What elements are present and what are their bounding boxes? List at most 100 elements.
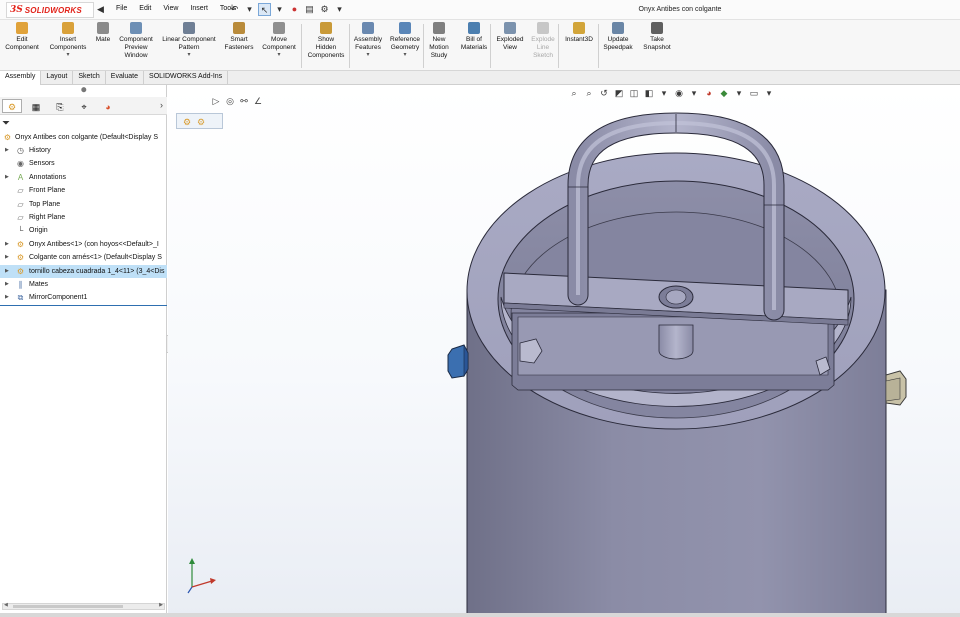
component-flyout-icon[interactable]: ⚙ xyxy=(195,116,207,128)
scroll-left-icon[interactable]: ◀ xyxy=(4,602,8,608)
expand-chevron-icon[interactable]: ▶ xyxy=(5,238,9,251)
expand-chevron-icon[interactable]: ▶ xyxy=(5,291,9,304)
dropdown-icon[interactable]: ▾ xyxy=(688,87,700,99)
tab-assembly[interactable]: Assembly xyxy=(0,71,42,85)
menu-expand-icon[interactable]: ◀ xyxy=(97,4,104,15)
mate-button[interactable]: Mate xyxy=(93,22,113,44)
feature-manager-tab-icon[interactable]: ⚙ xyxy=(2,99,22,113)
tree-item[interactable]: ▶ ◷ History xyxy=(0,144,167,157)
tree-root[interactable]: ⚙ Onyx Antibes con colgante (Default<Dis… xyxy=(0,131,167,144)
menu-edit[interactable]: Edit xyxy=(133,5,157,12)
traffic-light-icon[interactable]: ● xyxy=(288,3,301,16)
expand-chevron-icon[interactable]: ▶ xyxy=(5,171,9,184)
menu-insert[interactable]: Insert xyxy=(184,5,214,12)
dropdown-icon[interactable]: ▾ xyxy=(259,52,299,60)
exploded-view-button[interactable]: Exploded View xyxy=(493,22,527,52)
reference-geometry-label: Reference Geometry xyxy=(390,36,420,51)
dropdown-icon[interactable]: ▾ xyxy=(45,52,91,60)
instant3d-button[interactable]: Instant3D xyxy=(561,22,597,44)
dropdown-icon[interactable]: ▾ xyxy=(351,52,385,60)
explode-line-sketch-button[interactable]: Explode Line Sketch xyxy=(528,22,558,59)
dropdown-icon[interactable]: ▾ xyxy=(733,87,745,99)
solidworks-logo[interactable]: 3S SOLIDWORKS xyxy=(6,2,94,18)
tree-item-label: Mates xyxy=(29,281,49,288)
undo-icon[interactable]: ↶ xyxy=(228,3,241,16)
angle-icon[interactable]: ∠ xyxy=(252,95,264,107)
filter-icon[interactable]: ⏷ xyxy=(2,118,10,129)
hide-show-items-icon[interactable]: ◉ xyxy=(673,87,685,99)
smart-fasteners-button[interactable]: Smart Fasteners xyxy=(222,22,256,52)
tab-evaluate[interactable]: Evaluate xyxy=(106,71,145,85)
assembly-features-button[interactable]: Assembly Features ▾ xyxy=(351,22,385,59)
show-hidden-button[interactable]: Show Hidden Components xyxy=(304,22,348,59)
new-motion-study-button[interactable]: New Motion Study xyxy=(426,22,452,59)
graphics-area[interactable]: ⌕ ⌕ ↺ ◩ ◫ ◧ ▾ ◉ ▾ ◕ ◆ ▾ ▭ ▾ ▷ ◎ ⚯ ∠ ⚙ ⚙ xyxy=(168,85,960,617)
property-manager-tab-icon[interactable]: ▦ xyxy=(26,99,46,113)
horizontal-scrollbar[interactable]: ◀ ▶ xyxy=(2,602,165,610)
expand-chevron-icon[interactable]: ▶ xyxy=(5,251,9,264)
dropdown-icon[interactable]: ▾ xyxy=(243,3,256,16)
menu-view[interactable]: View xyxy=(157,5,184,12)
dropdown-icon[interactable]: ▾ xyxy=(763,87,775,99)
feature-tree-flyout[interactable]: ⚙ ⚙ xyxy=(176,113,223,129)
apply-scene-icon[interactable]: ◆ xyxy=(718,87,730,99)
expand-chevron-icon[interactable]: ▶ xyxy=(5,278,9,291)
edit-appearance-icon[interactable]: ◕ xyxy=(703,87,715,99)
select-cursor-icon[interactable]: ↖ xyxy=(258,3,271,16)
dropdown-icon[interactable]: ▾ xyxy=(273,3,286,16)
dynamic-annotation-icon[interactable]: ◫ xyxy=(628,87,640,99)
tree-item[interactable]: ▶ ⚙ tornillo cabeza cuadrada 1_4<11> (3_4<… xyxy=(0,264,167,278)
dropdown-icon[interactable]: ▾ xyxy=(158,52,220,60)
expand-chevron-icon[interactable]: ▶ xyxy=(5,265,9,278)
take-snapshot-button[interactable]: Take Snapshot xyxy=(640,22,674,52)
tree-item[interactable]: └ Origin xyxy=(0,224,167,237)
dimxpert-tab-icon[interactable]: ⌖ xyxy=(74,99,94,113)
previous-view-icon[interactable]: ↺ xyxy=(598,87,610,99)
edit-component-button[interactable]: Edit Component xyxy=(3,22,41,52)
tree-item[interactable]: ◉ Sensors xyxy=(0,157,167,170)
scroll-right-icon[interactable]: ▶ xyxy=(159,602,163,608)
zoom-to-area-icon[interactable]: ⌕ xyxy=(583,87,595,99)
view-settings-icon[interactable]: ▭ xyxy=(748,87,760,99)
configuration-manager-tab-icon[interactable]: ⎘ xyxy=(50,99,70,113)
tree-item[interactable]: ▶ ∥ Mates xyxy=(0,278,167,291)
expand-chevron-icon[interactable]: ▶ xyxy=(5,144,9,157)
dropdown-icon[interactable]: ▾ xyxy=(333,3,346,16)
section-view-icon[interactable]: ◩ xyxy=(613,87,625,99)
linear-pattern-button[interactable]: Linear Component Pattern ▾ xyxy=(158,22,220,59)
dropdown-icon[interactable]: ▾ xyxy=(386,52,424,60)
panel-grip-icon[interactable]: ⬤ xyxy=(81,87,87,93)
plane-icon: ▱ xyxy=(17,199,24,209)
view-orientation-icon[interactable]: ◧ xyxy=(643,87,655,99)
link-icon[interactable]: ⚯ xyxy=(238,95,250,107)
tree-item[interactable]: ▶ ⚙ Onyx Antibes<1> (con hoyos<<Default>_I xyxy=(0,238,167,251)
component-preview-button[interactable]: Component Preview Window xyxy=(115,22,157,59)
assembly-flyout-icon[interactable]: ⚙ xyxy=(181,116,193,128)
file-properties-icon[interactable]: ▤ xyxy=(303,3,316,16)
tree-item[interactable]: ▶ A Annotations xyxy=(0,171,167,184)
zoom-to-fit-icon[interactable]: ⌕ xyxy=(568,87,580,99)
move-component-button[interactable]: Move Component ▾ xyxy=(259,22,299,59)
tree-item[interactable]: ▱ Front Plane xyxy=(0,184,167,197)
tree-item[interactable]: ▱ Top Plane xyxy=(0,198,167,211)
more-tabs-chevron-icon[interactable]: › xyxy=(160,100,163,110)
scrollbar-thumb[interactable] xyxy=(13,605,123,608)
tree-item[interactable]: ▶ ⧉ MirrorComponent1 xyxy=(0,291,167,304)
tree-item[interactable]: ▶ ⚙ Colgante con arnés<1> (Default<Display… xyxy=(0,251,167,264)
rollback-bar[interactable] xyxy=(0,305,167,306)
update-speedpak-button[interactable]: Update Speedpak xyxy=(600,22,636,52)
menu-file[interactable]: File xyxy=(110,5,133,12)
tab-sketch[interactable]: Sketch xyxy=(73,71,106,85)
tree-item[interactable]: ▱ Right Plane xyxy=(0,211,167,224)
display-style-icon[interactable]: ▾ xyxy=(658,87,670,99)
insert-components-button[interactable]: Insert Components ▾ xyxy=(45,22,91,59)
options-gear-icon[interactable]: ⚙ xyxy=(318,3,331,16)
arrow-right-icon[interactable]: ▷ xyxy=(210,95,222,107)
tab-layout[interactable]: Layout xyxy=(41,71,74,85)
display-manager-tab-icon[interactable]: ◕ xyxy=(98,99,118,113)
assembly-model[interactable] xyxy=(168,85,960,617)
bill-of-materials-button[interactable]: Bill of Materials xyxy=(457,22,491,52)
tab-addins[interactable]: SOLIDWORKS Add-Ins xyxy=(144,71,229,85)
reference-geometry-button[interactable]: Reference Geometry ▾ xyxy=(386,22,424,59)
target-icon[interactable]: ◎ xyxy=(224,95,236,107)
